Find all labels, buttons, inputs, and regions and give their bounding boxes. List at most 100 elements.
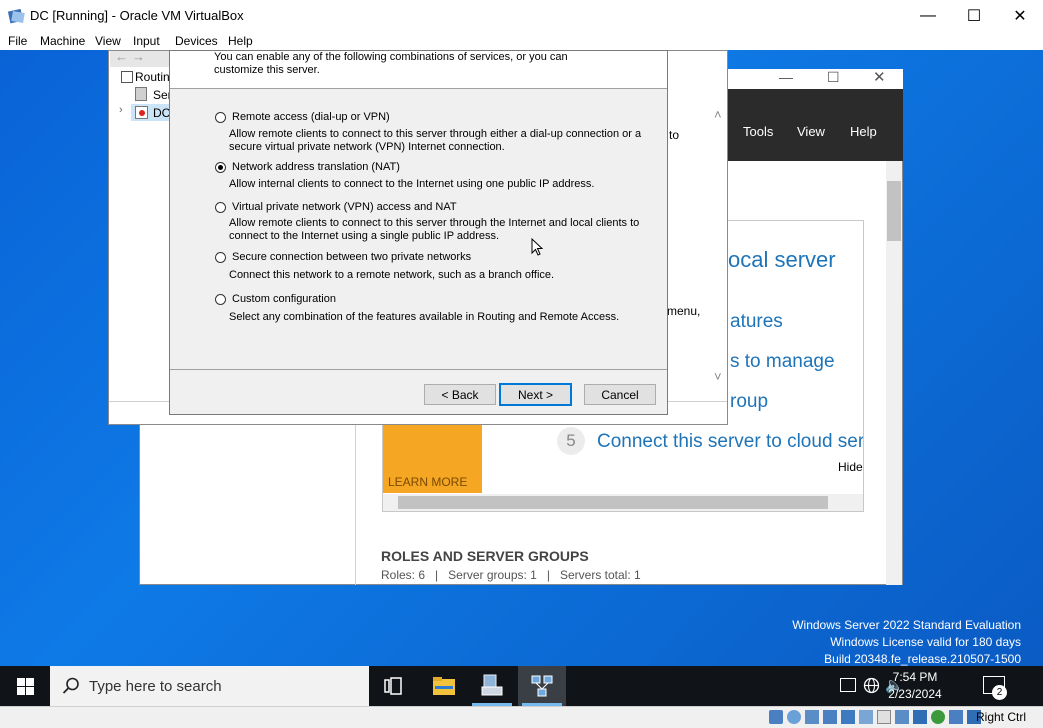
clock-time: 7:54 PM <box>892 670 938 684</box>
task-view-icon[interactable] <box>383 676 403 696</box>
vbox-menubar: File Machine View Input Devices Help <box>0 32 1043 50</box>
sm-scrollbar[interactable] <box>886 161 902 585</box>
option-remote-access-desc2: secure virtual private network (VPN) Int… <box>229 141 505 153</box>
radio-secure-connection[interactable] <box>215 252 226 263</box>
option-nat-desc1: Allow internal clients to connect to the… <box>229 178 595 190</box>
option-remote-access-label[interactable]: Remote access (dial-up or VPN) <box>232 111 390 124</box>
radio-remote-access[interactable] <box>215 112 226 123</box>
keyboard-capture-icon[interactable] <box>949 710 963 724</box>
option-vpn-nat-label[interactable]: Virtual private network (VPN) access and… <box>232 201 457 214</box>
menu-view[interactable]: View <box>95 34 121 48</box>
tree-routing[interactable]: Routin <box>135 70 170 84</box>
menu-machine[interactable]: Machine <box>40 34 85 48</box>
tile-hscrollbar[interactable] <box>383 494 863 511</box>
rras-toolbar: ← → <box>110 50 170 67</box>
minimize-button[interactable]: — <box>905 0 951 32</box>
option-custom-label[interactable]: Custom configuration <box>232 293 336 306</box>
option-remote-access-desc1: Allow remote clients to connect to this … <box>229 128 642 140</box>
optical-drive-icon[interactable] <box>787 710 801 724</box>
server-down-icon <box>135 106 148 119</box>
display-icon[interactable] <box>877 710 891 724</box>
menu-help[interactable]: Help <box>228 34 253 48</box>
audio-icon[interactable] <box>805 710 819 724</box>
wizard-intro-line1: You can enable any of the following comb… <box>214 51 568 63</box>
search-placeholder: Type here to search <box>89 678 222 695</box>
sm-minimize-button[interactable]: — <box>779 69 793 85</box>
cancel-button[interactable]: Cancel <box>584 384 656 405</box>
radio-vpn-and-nat[interactable] <box>215 202 226 213</box>
hard-disk-icon[interactable] <box>769 710 783 724</box>
server-status-icon <box>135 87 147 101</box>
option-nat-label[interactable]: Network address translation (NAT) <box>232 161 400 174</box>
tray-clock[interactable]: 7:54 PM 2/23/2024 <box>880 670 950 701</box>
taskbar-rras[interactable] <box>518 666 566 706</box>
mouse-integration-icon[interactable] <box>931 710 945 724</box>
sm-maximize-button[interactable]: ☐ <box>827 69 840 86</box>
tree-dc[interactable]: DC <box>153 106 170 120</box>
tile-add-features[interactable]: atures <box>730 311 783 333</box>
wizard-header: You can enable any of the following comb… <box>170 51 667 89</box>
notification-center-icon[interactable]: 2 <box>983 676 1007 700</box>
mouse-cursor-icon <box>531 238 543 256</box>
network-adapter-icon[interactable] <box>823 710 837 724</box>
host-key-label: Right Ctrl <box>976 710 1027 724</box>
back-button[interactable]: < Back <box>424 384 496 405</box>
scroll-down-icon[interactable]: ˅ <box>714 369 722 384</box>
clock-date: 2/23/2024 <box>888 687 942 701</box>
option-secure-label[interactable]: Secure connection between two private ne… <box>232 251 471 264</box>
tile-configure-local-server[interactable]: ocal server <box>728 247 836 273</box>
tile-create-group[interactable]: roup <box>730 391 768 413</box>
network-icon[interactable] <box>840 678 856 692</box>
option-secure-desc1: Connect this network to a remote network… <box>229 269 555 281</box>
rras-setup-wizard: You can enable any of the following comb… <box>169 50 668 415</box>
option-vpn-nat-desc2: connect to the Internet using a single p… <box>229 230 500 242</box>
tile-connect-cloud[interactable]: Connect this server to cloud servic <box>597 431 863 453</box>
tile-hscroll-thumb[interactable] <box>398 496 828 509</box>
tree-expand-icon[interactable]: › <box>119 104 123 116</box>
rras-scrollbar[interactable]: ˄ ˅ <box>712 107 726 387</box>
roles-stats: Roles: 6 | Server groups: 1 | Servers to… <box>381 568 641 582</box>
windows-watermark: Windows Server 2022 Standard Evaluation … <box>760 617 1021 666</box>
taskbar-search-box[interactable]: Type here to search <box>50 666 369 706</box>
windows-start-icon[interactable] <box>17 678 34 695</box>
tile-add-servers[interactable]: s to manage <box>730 351 835 373</box>
hide-link[interactable]: Hide <box>838 460 863 474</box>
routing-remote-access-icon <box>531 675 553 697</box>
rras-partial-menu: menu, <box>667 304 701 318</box>
sm-pane-divider <box>355 425 356 585</box>
window-title: DC [Running] - Oracle VM VirtualBox <box>30 8 244 23</box>
menu-input[interactable]: Input <box>133 34 160 48</box>
taskbar-server-manager[interactable] <box>468 666 516 706</box>
menu-devices[interactable]: Devices <box>175 34 218 48</box>
vt-x-icon[interactable] <box>913 710 927 724</box>
rras-partial-to: to <box>669 128 680 142</box>
file-explorer-icon[interactable] <box>432 676 456 696</box>
sm-menu-help[interactable]: Help <box>850 124 877 139</box>
sm-menu-view[interactable]: View <box>797 124 825 139</box>
usb-icon[interactable] <box>841 710 855 724</box>
wizard-button-separator <box>170 369 667 370</box>
guest-desktop: — ☐ ✕ Tools View Help ocal server atures… <box>0 50 1043 666</box>
scroll-up-icon[interactable]: ˄ <box>714 107 722 122</box>
wizard-intro-line2: customize this server. <box>214 64 320 76</box>
learn-more-link[interactable]: LEARN MORE <box>388 475 467 489</box>
maximize-button[interactable]: ☐ <box>951 0 997 32</box>
close-button[interactable]: ✕ <box>997 0 1043 32</box>
sm-scroll-thumb[interactable] <box>887 181 901 241</box>
menu-file[interactable]: File <box>8 34 27 48</box>
sm-close-button[interactable]: ✕ <box>873 68 886 86</box>
watermark-build: Build 20348.fe_release.210507-1500 <box>824 652 1021 666</box>
notification-badge: 2 <box>992 685 1007 700</box>
radio-nat[interactable] <box>215 162 226 173</box>
forward-arrow-icon[interactable]: → <box>132 50 145 64</box>
shared-folders-icon[interactable] <box>859 710 873 724</box>
radio-custom-configuration[interactable] <box>215 294 226 305</box>
tile5-number: 5 <box>557 427 585 455</box>
taskbar: Type here to search 🔈 7:54 PM 2/23/2024 <box>0 666 1043 706</box>
search-icon <box>62 677 79 694</box>
sm-menu-tools[interactable]: Tools <box>743 124 773 139</box>
language-globe-icon[interactable] <box>863 677 880 694</box>
video-capture-icon[interactable] <box>895 710 909 724</box>
back-arrow-icon[interactable]: ← <box>115 50 128 64</box>
next-button[interactable]: Next > <box>499 383 572 406</box>
